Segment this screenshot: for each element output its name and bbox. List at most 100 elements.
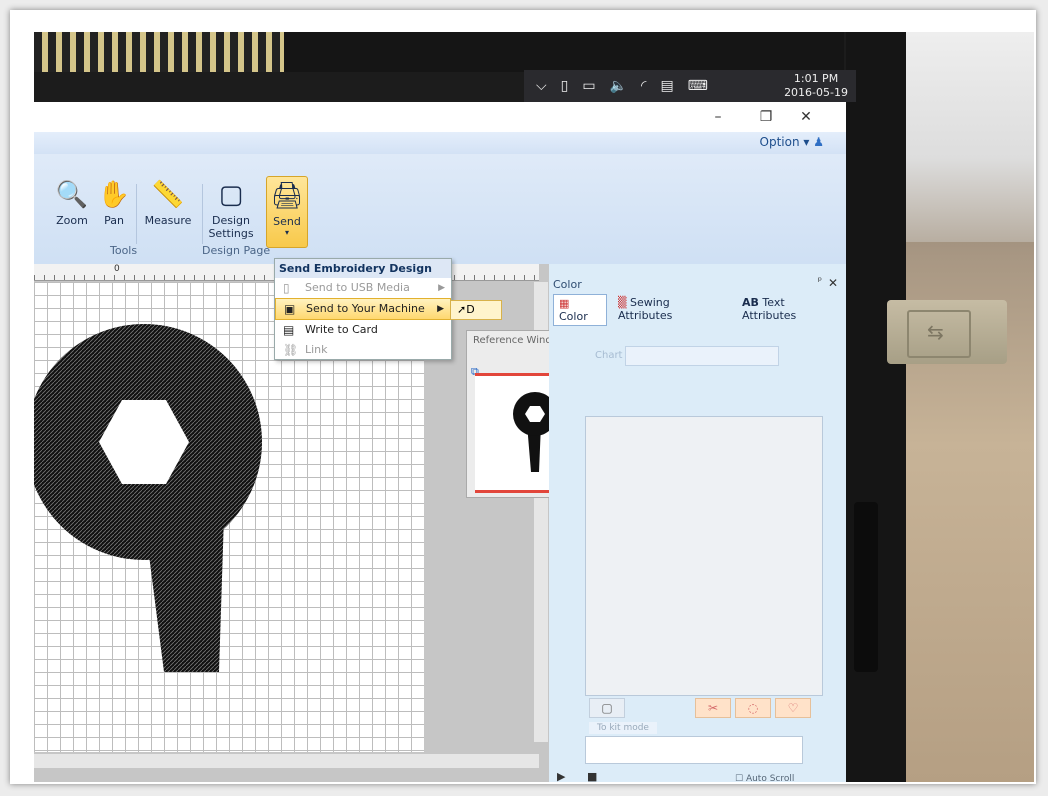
usb-plug-icon: ⇆: [927, 320, 944, 344]
group-label-tools: Tools: [110, 244, 138, 257]
send-button[interactable]: 🖨 Send ▾: [266, 176, 308, 248]
chevron-right-icon: ▶: [438, 283, 445, 293]
card-icon: ▤: [283, 323, 295, 337]
panel-close-button[interactable]: ✕: [828, 276, 838, 290]
panel-text-box[interactable]: [585, 736, 803, 764]
background-shelf: [894, 32, 1034, 242]
menu-item-label: Send to Your Machine: [306, 302, 425, 315]
menu-item-label: Send to USB Media: [305, 281, 410, 294]
send-menu-title: Send Embroidery Design: [275, 259, 451, 278]
thread-button[interactable]: ✂: [695, 698, 731, 718]
send-icon: 🖨: [270, 181, 304, 211]
tab-sewing-attributes[interactable]: ▒ Sewing Attributes: [613, 294, 731, 326]
clock-date: 2016-05-19: [784, 86, 848, 99]
mode-label[interactable]: To kit mode: [589, 722, 657, 734]
battery-icon[interactable]: ▭: [582, 78, 595, 94]
tab-color[interactable]: ▦ Color: [553, 294, 608, 326]
machine-icon: ▣: [284, 302, 296, 316]
maximize-button[interactable]: ❐: [746, 106, 786, 128]
menu-item-write-to-card[interactable]: ▤ Write to Card: [275, 320, 451, 340]
hand-icon: ✋: [97, 180, 131, 210]
keyboard-icon[interactable]: ⌨: [688, 78, 708, 94]
usb-icon[interactable]: ▯: [561, 78, 569, 94]
notification-icon[interactable]: ▤: [660, 78, 673, 94]
volume-icon[interactable]: 🔈: [610, 78, 627, 94]
clock-time: 1:01 PM: [793, 72, 839, 85]
usb-plug: ⇆: [887, 300, 1007, 364]
design-settings-label-line1: Design: [212, 214, 250, 227]
auto-scroll-checkbox[interactable]: ☐ Auto Scroll: [735, 774, 794, 782]
tablet-kickstand: [854, 502, 878, 672]
design-settings-button[interactable]: ▢ Design Settings: [206, 180, 256, 240]
stitch-icon: ▒: [618, 296, 627, 309]
menu-item-send-to-machine[interactable]: ▣ Send to Your Machine ▶: [275, 298, 451, 320]
submenu-label: D: [466, 303, 475, 316]
palette-icon: ▦: [559, 297, 570, 310]
design-settings-label-line2: Settings: [208, 227, 254, 240]
option-bar: Option ▾ ♟: [34, 132, 846, 154]
send-menu: Send Embroidery Design ▯ Send to USB Med…: [274, 258, 452, 360]
link-icon: ⛓: [283, 343, 299, 357]
chevron-right-icon: ▶: [437, 304, 444, 314]
photo: ⇆ ⌵ ▯ ▭ 🔈 ◜ ▤ ⌨ 1:01 PM 2016-05-19 – ❐ ✕…: [34, 32, 1034, 782]
chart-select[interactable]: [625, 346, 779, 366]
magnifier-icon: 🔍: [55, 180, 89, 210]
color-list[interactable]: [585, 416, 823, 696]
pan-button[interactable]: ✋ Pan: [96, 180, 132, 227]
tab-label: Sewing Attributes: [618, 296, 673, 322]
cursor-icon: ➚: [457, 303, 467, 316]
favorite-button[interactable]: ♡: [775, 698, 811, 718]
title-bar: – ❐ ✕: [34, 102, 846, 132]
zoom-button[interactable]: 🔍 Zoom: [54, 180, 90, 227]
option-button[interactable]: Option ▾ ♟: [760, 135, 824, 149]
ribbon: 🔍 Zoom ✋ Pan 📏 Measure ▢ Design Settings: [34, 154, 846, 265]
auto-scroll-label: Auto Scroll: [745, 774, 795, 782]
ruler-icon: 📏: [151, 180, 185, 210]
ribbon-separator: [136, 184, 137, 244]
playback-controls: ▶ ■: [557, 770, 597, 782]
send-label: Send: [273, 215, 301, 228]
stop-icon[interactable]: ■: [587, 770, 597, 782]
ruler-label: 0: [114, 264, 120, 274]
menu-item-label: Write to Card: [305, 323, 378, 336]
system-tray: ⌵ ▯ ▭ 🔈 ◜ ▤ ⌨ 1:01 PM 2016-05-19: [524, 70, 856, 102]
user-icon: ♟: [813, 135, 824, 149]
close-button[interactable]: ✕: [786, 106, 826, 128]
tab-text-attributes[interactable]: AB Text Attributes: [737, 294, 846, 326]
menu-item-send-to-usb[interactable]: ▯ Send to USB Media ▶: [275, 278, 451, 298]
background-decoration: [34, 32, 284, 72]
chevron-down-icon: ▾: [284, 228, 289, 237]
select-button[interactable]: ▢: [589, 698, 625, 718]
design-settings-icon: ▢: [218, 180, 244, 210]
menu-item-label: Link: [305, 343, 328, 356]
usb-icon: ▯: [283, 281, 290, 295]
measure-button[interactable]: 📏 Measure: [140, 180, 196, 227]
pan-label: Pan: [104, 214, 124, 227]
color-swatch-icon: ◌: [747, 701, 759, 715]
heart-icon: ♡: [787, 701, 799, 715]
measure-label: Measure: [144, 214, 192, 227]
pin-icon[interactable]: ᵖ: [818, 276, 822, 287]
frame-icon: ▢: [601, 701, 613, 715]
color-button[interactable]: ◌: [735, 698, 771, 718]
group-label-design-page: Design Page: [202, 244, 271, 257]
ribbon-separator: [202, 184, 203, 244]
menu-item-link[interactable]: ⛓ Link: [275, 340, 451, 360]
submenu-item[interactable]: ➚D: [450, 300, 502, 320]
clock[interactable]: 1:01 PM 2016-05-19: [784, 72, 848, 100]
wifi-icon[interactable]: ◜: [641, 78, 646, 94]
panel-tabs: ▦ Color ▒ Sewing Attributes AB Text Attr…: [553, 294, 846, 326]
play-icon[interactable]: ▶: [557, 770, 565, 782]
background-bezel: [284, 32, 844, 72]
chart-label: Chart: [595, 350, 623, 361]
minimize-button[interactable]: –: [698, 106, 738, 128]
photo-frame: ⇆ ⌵ ▯ ▭ 🔈 ◜ ▤ ⌨ 1:01 PM 2016-05-19 – ❐ ✕…: [10, 10, 1036, 784]
thread-icon: ✂: [707, 701, 719, 715]
option-label: Option: [759, 135, 800, 149]
zoom-label: Zoom: [56, 214, 88, 227]
tab-label: Color: [559, 310, 588, 323]
chevron-up-icon[interactable]: ⌵: [536, 78, 547, 94]
color-panel: Color ᵖ ✕ ▦ Color ▒ Sewing Attributes AB…: [549, 264, 846, 782]
text-icon: AB: [741, 296, 759, 309]
horizontal-scrollbar[interactable]: [34, 754, 539, 768]
